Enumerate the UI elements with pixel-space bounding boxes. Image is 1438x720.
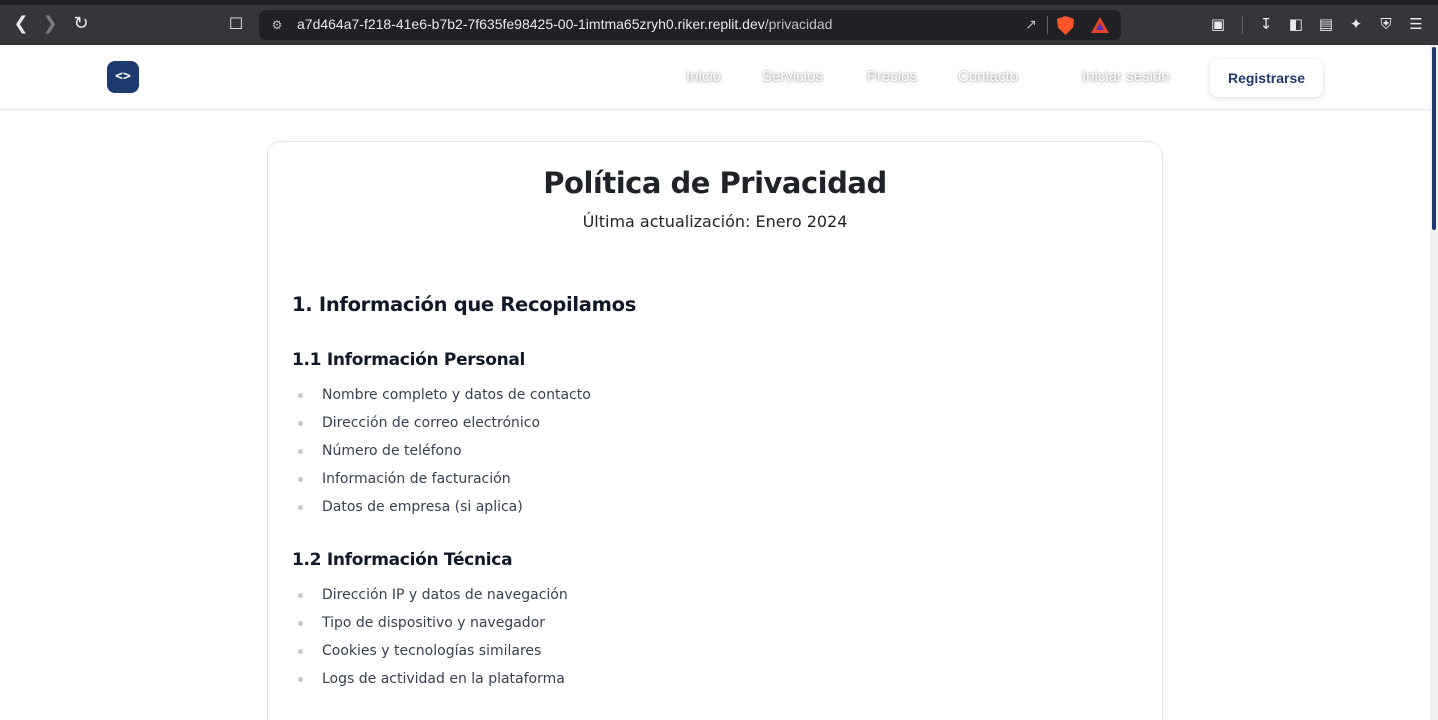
list-item: Cookies y tecnologías similares	[298, 637, 568, 665]
bullet-icon	[298, 393, 303, 398]
browser-toolbar: ❮ ❯ ↻ ☐ ⚙ a7d464a7-f218-41e6-b7b2-7f635f…	[0, 0, 1438, 45]
menu-icon[interactable]: ☰	[1405, 13, 1427, 35]
technical-info-list: Dirección IP y datos de navegación Tipo …	[298, 581, 568, 693]
subsection-heading: 1.2 Información Técnica	[292, 550, 513, 570]
logo[interactable]: <>	[107, 61, 139, 93]
privacy-policy-card: Política de Privacidad Última actualizac…	[267, 141, 1163, 720]
nav-link-servicios[interactable]: Servicios	[762, 68, 823, 85]
nav-link-contacto[interactable]: Contacto	[958, 68, 1018, 85]
brave-shields-icon[interactable]	[1057, 16, 1074, 35]
reader-mode-icon[interactable]: ▣	[1207, 13, 1229, 35]
bullet-icon	[298, 449, 303, 454]
list-item: Dirección IP y datos de navegación	[298, 581, 568, 609]
bookmark-icon[interactable]: ☐	[225, 13, 247, 35]
divider	[1242, 16, 1243, 34]
bullet-icon	[298, 649, 303, 654]
nav-link-precios[interactable]: Precios	[867, 68, 917, 85]
sidebar-icon[interactable]: ◧	[1285, 13, 1307, 35]
site-header: <> Inicio Servicios Precios Contacto Ini…	[0, 45, 1430, 110]
site-info-icon[interactable]: ⚙	[269, 17, 285, 33]
register-button[interactable]: Registrarse	[1210, 59, 1323, 97]
url-text[interactable]: a7d464a7-f218-41e6-b7b2-7f635fe98425-00-…	[297, 16, 832, 32]
nav-link-inicio[interactable]: Inicio	[686, 68, 721, 85]
list-item: Información de facturación	[298, 465, 591, 493]
list-item: Nombre completo y datos de contacto	[298, 381, 591, 409]
divider	[1047, 16, 1048, 34]
forward-icon[interactable]: ❯	[38, 12, 62, 36]
bullet-icon	[298, 677, 303, 682]
section-heading: 1. Información que Recopilamos	[292, 293, 637, 316]
list-item: Datos de empresa (si aplica)	[298, 493, 591, 521]
list-item: Tipo de dispositivo y navegador	[298, 609, 568, 637]
login-link[interactable]: Iniciar sesión	[1082, 68, 1170, 85]
back-icon[interactable]: ❮	[9, 12, 33, 36]
last-updated: Última actualización: Enero 2024	[582, 212, 848, 231]
bullet-icon	[298, 505, 303, 510]
subsection-heading: 1.1 Información Personal	[292, 350, 526, 370]
list-item: Dirección de correo electrónico	[298, 409, 591, 437]
list-item: Número de teléfono	[298, 437, 591, 465]
address-bar[interactable]: ⚙ a7d464a7-f218-41e6-b7b2-7f635fe98425-0…	[259, 10, 1121, 40]
reload-icon[interactable]: ↻	[69, 12, 93, 36]
bullet-icon	[298, 421, 303, 426]
vpn-icon[interactable]: ⛨	[1375, 13, 1397, 35]
bullet-icon	[298, 593, 303, 598]
scrollbar-thumb[interactable]	[1432, 47, 1436, 230]
wallet-icon[interactable]: ▤	[1315, 13, 1337, 35]
bullet-icon	[298, 621, 303, 626]
download-icon[interactable]: ↧	[1255, 13, 1277, 35]
leo-ai-icon[interactable]: ✦	[1345, 13, 1367, 35]
brave-rewards-icon[interactable]	[1091, 17, 1109, 33]
personal-info-list: Nombre completo y datos de contacto Dire…	[298, 381, 591, 521]
list-item: Logs de actividad en la plataforma	[298, 665, 568, 693]
bullet-icon	[298, 477, 303, 482]
page-title: Política de Privacidad	[543, 166, 887, 200]
share-icon[interactable]: ↗	[1021, 15, 1041, 35]
